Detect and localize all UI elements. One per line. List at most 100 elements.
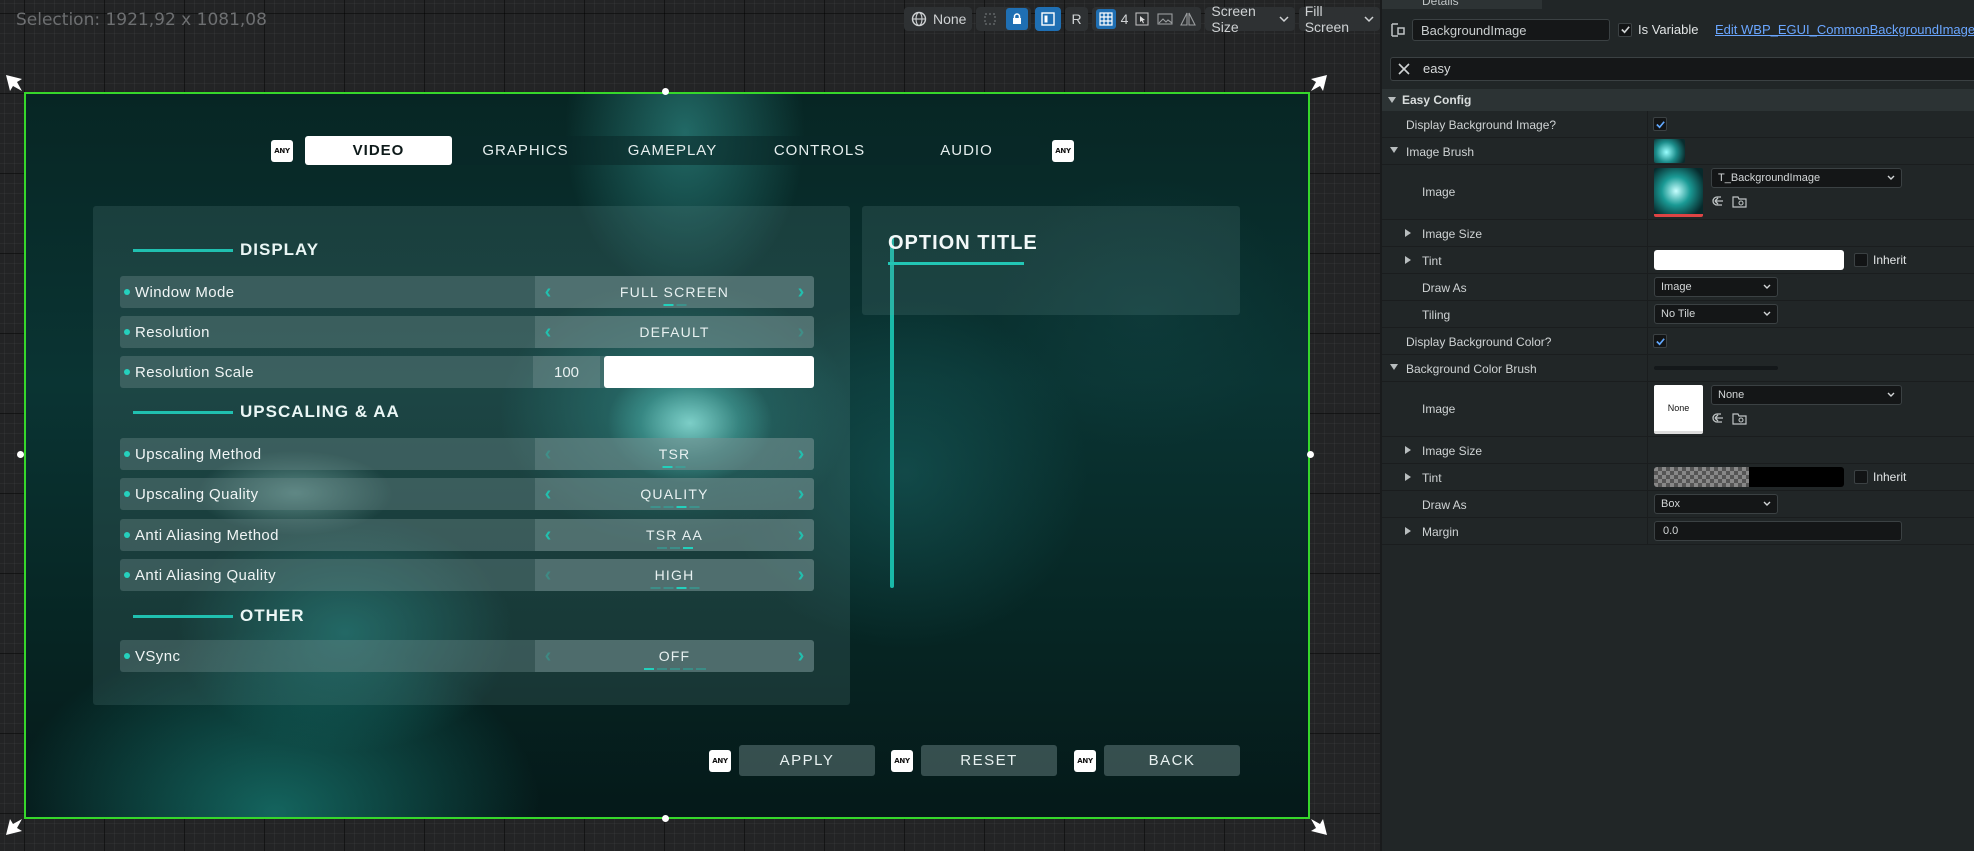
inherit-checkbox[interactable]: [1854, 470, 1868, 484]
chevron-left-icon[interactable]: ‹: [535, 276, 561, 308]
chevron-left-icon[interactable]: ‹: [535, 478, 561, 510]
chevron-left-icon[interactable]: ‹: [535, 640, 561, 672]
widget-preview[interactable]: ANY VIDEO GRAPHICS GAMEPLAY CONTROLS AUD…: [25, 93, 1309, 818]
anchor-corner-bottom-left[interactable]: [5, 818, 23, 836]
chevron-right-icon[interactable]: ›: [788, 478, 814, 510]
setting-row-upscaling-method[interactable]: Upscaling Method ‹ TSR ›: [120, 438, 814, 470]
setting-row-aa-method[interactable]: Anti Aliasing Method ‹ TSR AA ›: [120, 519, 814, 551]
browse-asset-icon[interactable]: [1732, 194, 1747, 209]
chevron-left-icon[interactable]: ‹: [535, 559, 561, 591]
chevron-right-icon[interactable]: ›: [788, 519, 814, 551]
cursor-select-icon[interactable]: [1133, 10, 1151, 28]
setting-row-resolution-scale[interactable]: Resolution Scale 100: [120, 356, 814, 388]
tiling-dropdown[interactable]: No Tile: [1654, 304, 1778, 324]
widget-name-field[interactable]: BackgroundImage: [1412, 19, 1610, 41]
resize-handle-bottom[interactable]: [662, 815, 669, 822]
expand-arrow-icon[interactable]: [1405, 229, 1411, 237]
apply-button[interactable]: APPLY: [739, 745, 875, 776]
texture-asset-value: T_BackgroundImage: [1718, 172, 1821, 184]
texture-asset-picker[interactable]: T_BackgroundImage: [1711, 168, 1902, 188]
draw-as-dropdown[interactable]: Box: [1654, 494, 1778, 514]
setting-row-window-mode[interactable]: Window Mode ‹ FULL SCREEN ›: [120, 276, 814, 308]
category-easy-config[interactable]: Easy Config: [1382, 89, 1974, 111]
details-tab[interactable]: Details: [1382, 0, 1542, 9]
resolution-scale-slider[interactable]: [604, 356, 814, 388]
respect-locks-button[interactable]: [1035, 7, 1062, 31]
row-bullet: [124, 491, 130, 497]
setting-row-resolution[interactable]: Resolution ‹ DEFAULT ›: [120, 316, 814, 348]
clear-search-icon[interactable]: [1396, 61, 1412, 77]
resolution-scale-value[interactable]: 100: [533, 356, 600, 388]
brush-thumbnail[interactable]: [1654, 139, 1685, 163]
screen-size-dropdown[interactable]: Screen Size: [1205, 3, 1295, 35]
tiling-value: No Tile: [1661, 308, 1696, 320]
display-bg-color-checkbox[interactable]: [1653, 334, 1667, 348]
option-pips: [650, 506, 699, 508]
chevron-left-icon[interactable]: ‹: [535, 519, 561, 551]
resize-handle-right[interactable]: [1307, 451, 1314, 458]
section-header-other: OTHER: [133, 606, 305, 626]
expand-arrow-icon[interactable]: [1405, 256, 1411, 264]
texture-asset-picker-2[interactable]: None: [1711, 385, 1902, 405]
selector-value-text: QUALITY: [640, 486, 709, 502]
tab-video[interactable]: VIDEO: [305, 136, 452, 165]
chevron-left-icon[interactable]: ‹: [535, 438, 561, 470]
expand-arrow-icon[interactable]: [1405, 527, 1411, 535]
chevron-right-icon[interactable]: ›: [788, 438, 814, 470]
chevron-right-icon[interactable]: ›: [788, 316, 814, 348]
display-bg-image-checkbox[interactable]: [1653, 117, 1667, 131]
margin-input[interactable]: 0.0: [1654, 521, 1902, 541]
collapse-arrow-icon[interactable]: [1390, 364, 1398, 370]
category-label: Easy Config: [1402, 93, 1472, 107]
chevron-right-icon[interactable]: ›: [788, 640, 814, 672]
texture-thumbnail[interactable]: [1654, 168, 1703, 217]
back-button[interactable]: BACK: [1104, 745, 1240, 776]
section-header-display: DISPLAY: [133, 240, 319, 260]
chevron-right-icon[interactable]: ›: [788, 559, 814, 591]
chevron-right-icon[interactable]: ›: [788, 276, 814, 308]
edit-widget-link[interactable]: Edit WBP_EGUI_CommonBackgroundImage: [1715, 22, 1974, 37]
expand-arrow-icon[interactable]: [1405, 473, 1411, 481]
lock-icon[interactable]: [1006, 8, 1029, 30]
collapse-arrow-icon[interactable]: [1390, 147, 1398, 153]
respect-locks-label-chip[interactable]: R: [1065, 7, 1088, 31]
tab-graphics[interactable]: GRAPHICS: [452, 136, 599, 165]
use-selected-icon[interactable]: [1711, 194, 1726, 209]
property-list: Easy Config Display Background Image? Im…: [1382, 89, 1974, 545]
tab-gameplay[interactable]: GAMEPLAY: [599, 136, 746, 165]
anchor-corner-top-left[interactable]: [5, 74, 23, 92]
mirror-icon[interactable]: [1179, 10, 1197, 28]
fill-screen-dropdown[interactable]: Fill Screen: [1298, 3, 1380, 35]
color-brush-preview[interactable]: [1654, 366, 1778, 370]
chevron-left-icon[interactable]: ‹: [535, 316, 561, 348]
tab-controls[interactable]: CONTROLS: [746, 136, 893, 165]
image-preview-icon[interactable]: [1156, 10, 1174, 28]
anchor-corner-top-right[interactable]: [1310, 74, 1328, 92]
option-pips: [662, 466, 686, 468]
tab-audio[interactable]: AUDIO: [893, 136, 1040, 165]
locale-preview-button[interactable]: None: [904, 7, 973, 31]
tint-color-swatch[interactable]: [1654, 467, 1844, 487]
layout-toggle-icon[interactable]: [979, 10, 1001, 28]
fill-screen-label: Fill Screen: [1304, 3, 1350, 35]
expand-arrow-icon[interactable]: [1405, 446, 1411, 454]
setting-row-aa-quality[interactable]: Anti Aliasing Quality ‹ HIGH ›: [120, 559, 814, 591]
tint-color-swatch[interactable]: [1654, 250, 1844, 270]
inherit-checkbox[interactable]: [1854, 253, 1868, 267]
resize-handle-top[interactable]: [662, 88, 669, 95]
use-selected-icon[interactable]: [1711, 411, 1726, 426]
setting-row-upscaling-quality[interactable]: Upscaling Quality ‹ QUALITY ›: [120, 478, 814, 510]
grid-size-value[interactable]: 4: [1121, 11, 1129, 27]
setting-row-vsync[interactable]: VSync ‹ OFF ›: [120, 640, 814, 672]
reset-button[interactable]: RESET: [921, 745, 1057, 776]
designer-canvas[interactable]: Selection: 1921,92 x 1081,08 None R 4 Sc…: [0, 0, 1380, 851]
texture-thumbnail-empty[interactable]: None: [1654, 385, 1703, 434]
draw-as-dropdown[interactable]: Image: [1654, 277, 1778, 297]
browse-asset-icon[interactable]: [1732, 411, 1747, 426]
grid-icon[interactable]: [1095, 9, 1116, 29]
resize-handle-left[interactable]: [17, 451, 24, 458]
is-variable-toggle[interactable]: Is Variable: [1618, 22, 1698, 37]
is-variable-checkbox[interactable]: [1618, 22, 1632, 37]
details-search-input[interactable]: easy: [1390, 57, 1974, 81]
anchor-corner-bottom-right[interactable]: [1310, 818, 1328, 836]
